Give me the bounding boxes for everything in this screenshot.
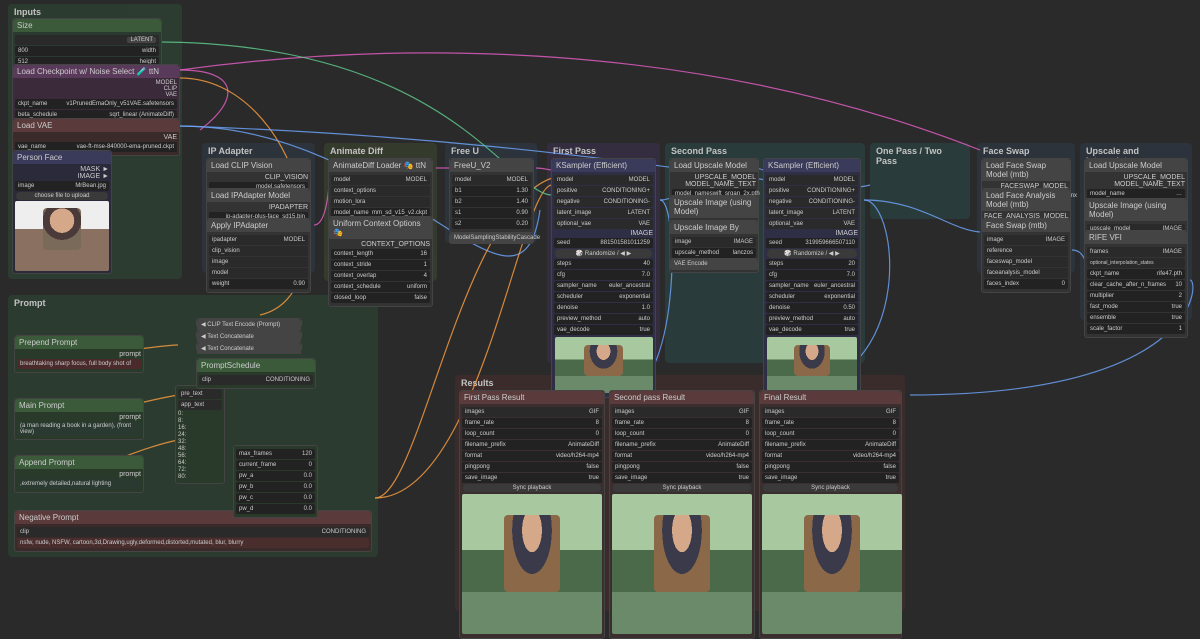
- node-main[interactable]: Main Prompt prompt (a man reading a book…: [14, 398, 144, 440]
- node-promptsched-params[interactable]: max_frames120 current_frame0 pw_a0.0 pw_…: [233, 445, 318, 518]
- preview-image-1[interactable]: [555, 337, 653, 393]
- node-result1[interactable]: First Pass Result imagesGIF frame_rate8 …: [459, 390, 605, 639]
- node-promptsched[interactable]: PromptSchedule clipCONDITIONING: [196, 358, 316, 389]
- node-checkpoint[interactable]: Load Checkpoint w/ Noise Select 🧪 ttN MO…: [12, 64, 180, 124]
- node-applyip[interactable]: Apply IPAdapter ipadapterMODEL clip_visi…: [206, 218, 311, 293]
- node-mss[interactable]: ModelSamplingStabilityCascade: [449, 232, 534, 244]
- result-image-2[interactable]: [612, 494, 752, 634]
- node-concat2[interactable]: ◀ Text Concatenate: [196, 330, 302, 340]
- node-freeu[interactable]: FreeU_V2 modelMODEL b11.30 b21.40 s10.90…: [449, 158, 534, 233]
- node-result2[interactable]: Second pass Result imagesGIF frame_rate8…: [609, 390, 755, 639]
- node-ksampler1[interactable]: KSampler (Efficient) modelMODEL positive…: [551, 158, 656, 398]
- node-uctx[interactable]: Uniform Context Options 🎭 CONTEXT_OPTION…: [328, 216, 433, 307]
- preview-image-2[interactable]: [767, 337, 857, 393]
- node-result3[interactable]: Final Result imagesGIF frame_rate8 loop_…: [759, 390, 902, 639]
- node-ksampler2[interactable]: KSampler (Efficient) modelMODEL positive…: [763, 158, 861, 398]
- node-negative[interactable]: Negative Prompt clipCONDITIONING nsfw, n…: [14, 510, 372, 552]
- node-personface[interactable]: Person Face MASK ► IMAGE ► imageMrBean.j…: [12, 150, 112, 274]
- node-append[interactable]: Append Prompt prompt ,extremely detailed…: [14, 455, 144, 493]
- result-image-1[interactable]: [462, 494, 602, 634]
- node-concat1[interactable]: ◀ CLIP Text Encode (Prompt): [196, 318, 302, 328]
- group-onetwopass: One Pass / Two Pass: [870, 143, 970, 219]
- node-prepend[interactable]: Prepend Prompt prompt breathtaking sharp…: [14, 335, 144, 373]
- node-loadupscale2[interactable]: Load Upscale Model UPSCALE_MODEL MODEL_N…: [1084, 158, 1188, 203]
- node-promptbox[interactable]: pre_text app_text 0:8:16:24:32:48:56:64:…: [175, 385, 225, 484]
- portrait-image[interactable]: [15, 201, 109, 271]
- node-concat3[interactable]: ◀ Text Concatenate: [196, 342, 302, 352]
- node-rife[interactable]: RIFE VFI framesIMAGE optional_interpolat…: [1084, 230, 1188, 338]
- result-image-3[interactable]: [762, 494, 902, 634]
- node-faceswap[interactable]: Face Swap (mtb) imageIMAGE reference fac…: [981, 218, 1071, 293]
- node-vaeenc[interactable]: VAE Encode: [669, 258, 759, 270]
